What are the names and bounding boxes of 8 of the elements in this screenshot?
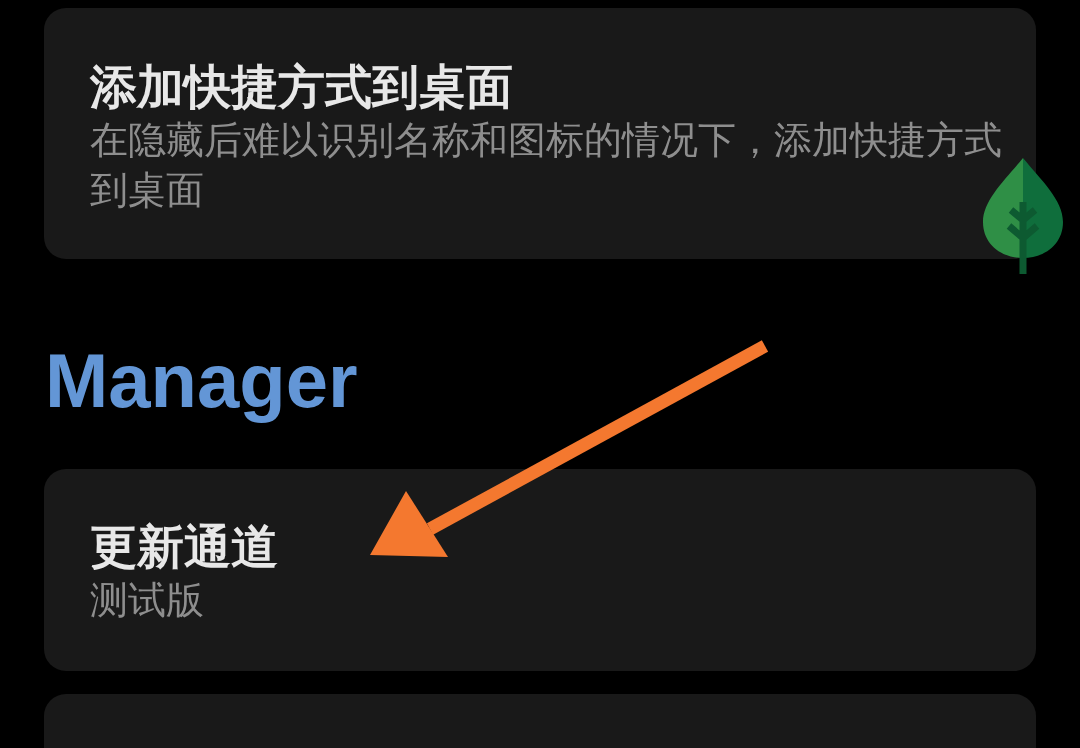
setting-description: 测试版 [90,577,205,624]
setting-title: 添加快捷方式到桌面 [90,59,514,115]
setting-title: 更新通道 [90,519,279,575]
setting-item[interactable]: 更新通道 测试版 [44,469,1036,671]
section-heading: Manager [45,337,358,425]
setting-item[interactable]: 添加快捷方式到桌面 在隐藏后难以识别名称和图标的情况下，添加快捷方式到桌面 [44,8,1036,259]
setting-description: 在隐藏后难以识别名称和图标的情况下，添加快捷方式到桌面 [90,117,1003,214]
leaf-icon[interactable] [983,158,1063,274]
